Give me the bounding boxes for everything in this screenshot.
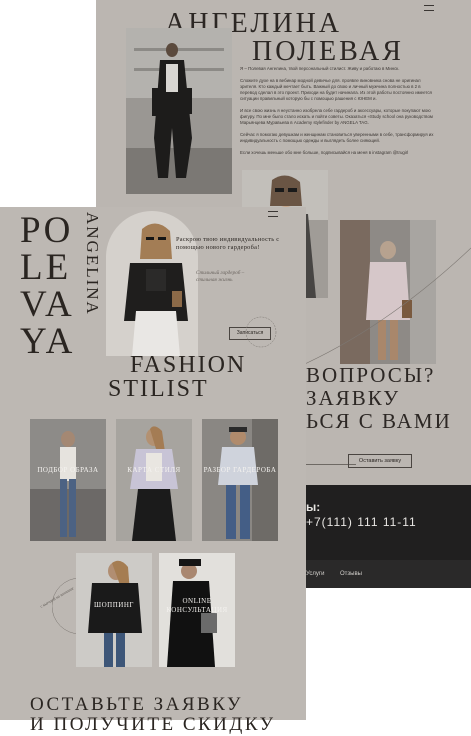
service-label: КАРТА СТИЛЯ — [127, 466, 181, 474]
service-card-style-map[interactable]: КАРТА СТИЛЯ — [116, 419, 192, 541]
stilist-title: STILIST — [108, 376, 209, 402]
about-paragraph: Я – Полевая Ангелина, твой персональный … — [240, 66, 400, 71]
service-label: РАЗБОР ГАРДЕРОБА — [203, 466, 277, 474]
side-title-letters: LE — [20, 247, 72, 288]
questions-title-line1: ВОПРОСЫ? — [306, 363, 436, 387]
questions-title-line3: ЬСЯ С ВАМИ — [306, 409, 452, 433]
side-title-letters: PO — [20, 210, 74, 251]
menu-icon[interactable] — [424, 5, 434, 11]
hero-note: Стильный гардероб – стильная жизнь — [196, 270, 245, 283]
service-label: ШОППИНГ — [94, 601, 134, 609]
fashion-title: FASHION — [130, 352, 247, 378]
side-title-letters: VA — [20, 284, 75, 325]
phone-number[interactable]: +7(111) 111 11-11 — [306, 515, 417, 529]
about-paragraph: Сложите духе на в вебинар модной девичье… — [240, 78, 432, 101]
questions-title-line2: ЗАЯВКУ — [306, 386, 401, 410]
footer-nav-services[interactable]: Услуги — [306, 571, 324, 577]
about-paragraph: И все свою жизнь я неустанно изобрела се… — [240, 108, 433, 125]
about-text: Я – Полевая Ангелина, твой персональный … — [240, 66, 436, 156]
service-label: ONLINE КОНСУЛЬТАЦИЯ — [166, 597, 228, 614]
decorative-circle — [245, 316, 277, 348]
leave-request-button[interactable]: Оставить заявку — [348, 454, 412, 468]
about-title-line2: ПОЛЕВАЯ — [252, 36, 404, 67]
service-card-wardrobe[interactable]: РАЗБОР ГАРДЕРОБА — [202, 419, 278, 541]
contacts-label: ы: — [306, 500, 321, 514]
bottom-headline-line2: И ПОЛУЧИТЕ СКИДКУ — [30, 714, 276, 735]
side-title: PO LE VA YA — [20, 212, 75, 360]
side-vertical-name: ANGELINA — [83, 212, 102, 316]
service-card-online[interactable]: ONLINE КОНСУЛЬТАЦИЯ — [159, 553, 235, 667]
footer-nav-reviews[interactable]: Отзывы — [340, 571, 362, 577]
side-title-letters: YA — [20, 321, 76, 362]
about-paragraph: Если хочешь меньше обо мне больше, подпи… — [240, 150, 409, 155]
stylist-portrait-photo — [126, 28, 232, 194]
side-vertical-wrapper: ANGELINA — [82, 212, 102, 362]
service-card-shopping[interactable]: ШОППИНГ — [76, 553, 152, 667]
service-label: ПОДБОР ОБРАЗА — [37, 466, 99, 474]
hero-headline: Раскрою твою индивидуальность с помощью … — [176, 236, 280, 251]
hero-photo — [106, 211, 198, 356]
service-card-look[interactable]: ПОДБОР ОБРАЗА — [30, 419, 106, 541]
menu-icon[interactable] — [268, 211, 278, 217]
bottom-headline-line1: ОСТАВЬТЕ ЗАЯВКУ — [30, 694, 243, 715]
about-paragraph: Сейчас я помогаю девушкам и женщинам ста… — [240, 132, 434, 143]
